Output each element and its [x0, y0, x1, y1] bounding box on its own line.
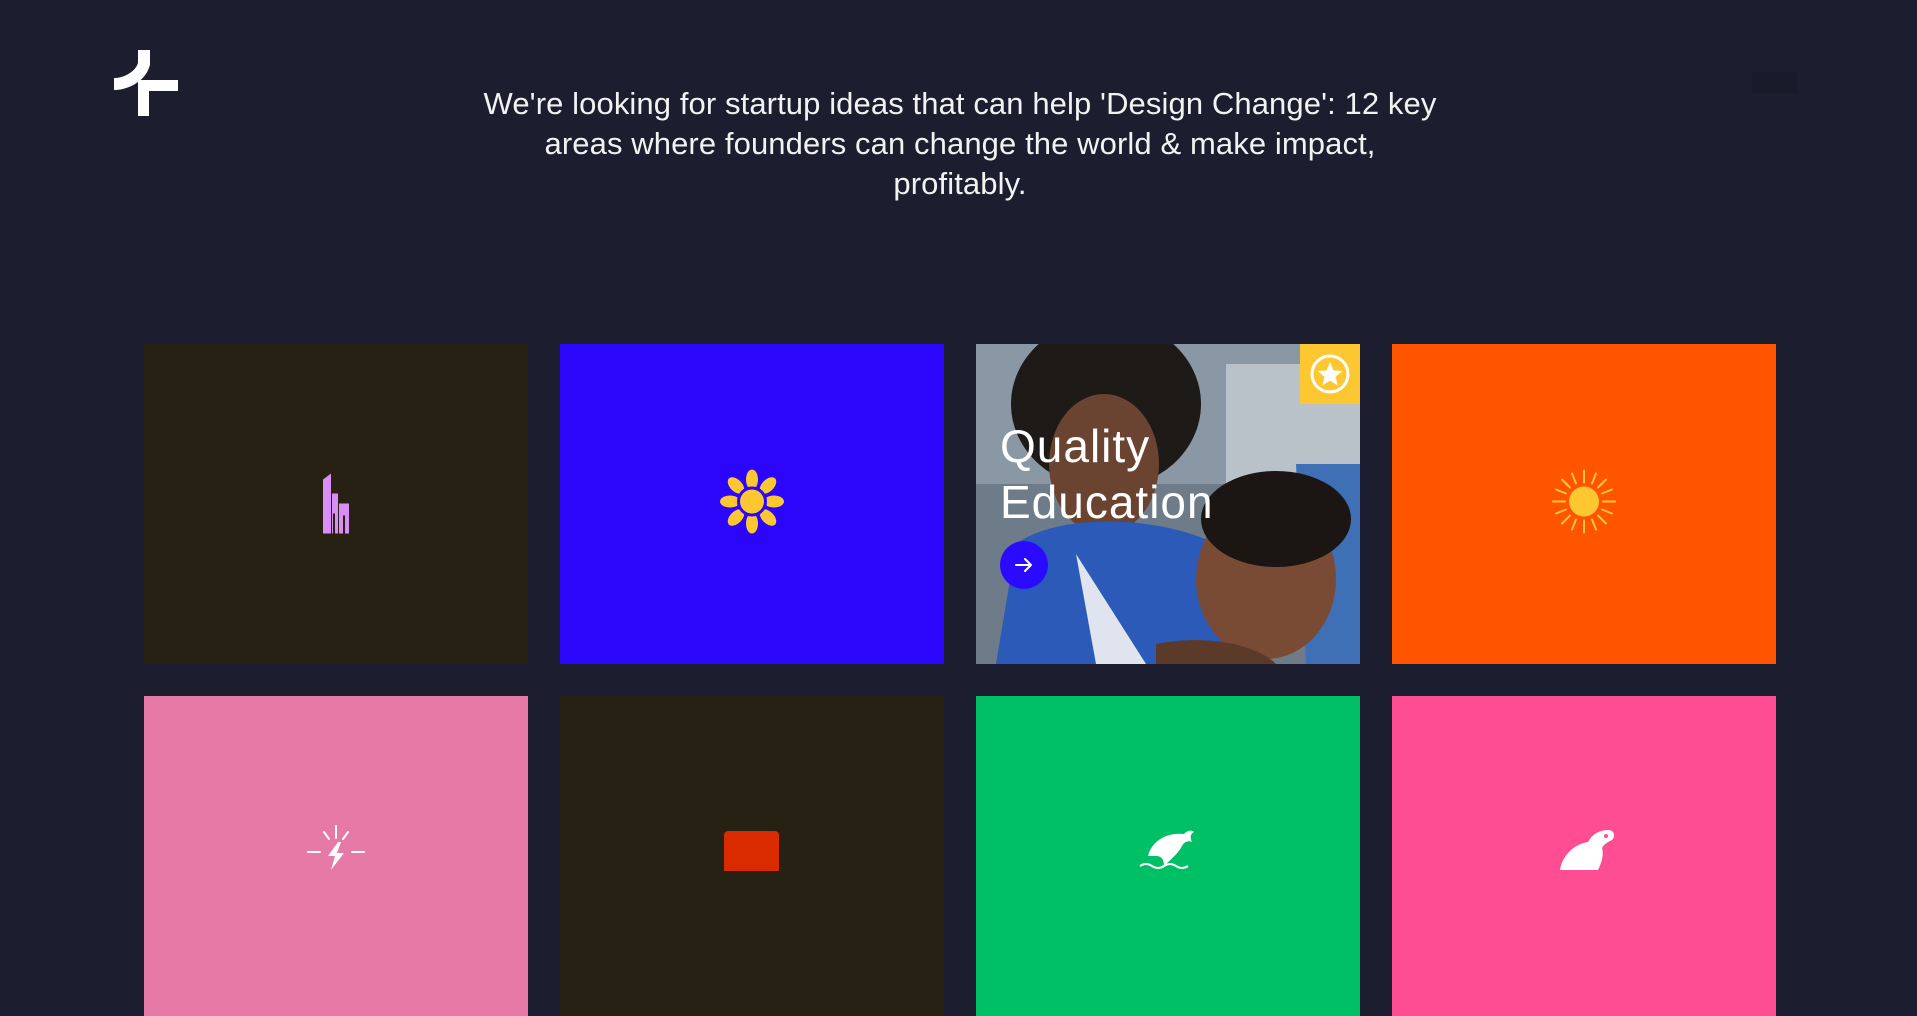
rabbit-icon	[1552, 824, 1618, 875]
star-badge-icon	[1310, 354, 1350, 394]
sun-icon	[1551, 469, 1617, 540]
tile-title-line1: Quality	[1000, 420, 1151, 472]
intro-text: We're looking for startup ideas that can…	[483, 86, 1437, 201]
tile-industry-innovation[interactable]	[560, 696, 944, 1016]
tile-title-line2: Education	[1000, 476, 1214, 528]
tile-life-on-land[interactable]	[1392, 696, 1776, 1016]
red-block-icon	[724, 831, 779, 871]
menu-button[interactable]	[1752, 72, 1798, 94]
tile-smart-cities[interactable]	[144, 344, 528, 664]
tile-quality-education[interactable]: Quality Education	[976, 344, 1360, 664]
lightning-bolt-icon	[304, 824, 368, 877]
tile-title: Quality Education	[1000, 418, 1330, 530]
logo[interactable]	[110, 50, 178, 118]
tile-life-below-water[interactable]	[976, 696, 1360, 1016]
arrow-right-icon	[1015, 558, 1032, 572]
sunflower-icon	[720, 469, 784, 539]
tile-affordable-energy[interactable]	[144, 696, 528, 1016]
featured-badge	[1300, 344, 1360, 404]
tile-sustainable-agriculture[interactable]	[560, 344, 944, 664]
open-tile-button[interactable]	[1000, 541, 1048, 589]
tile-clean-energy[interactable]	[1392, 344, 1776, 664]
fork-arrow-logo-icon	[113, 50, 178, 116]
dolphin-icon	[1134, 826, 1200, 877]
city-buildings-icon	[319, 470, 353, 539]
